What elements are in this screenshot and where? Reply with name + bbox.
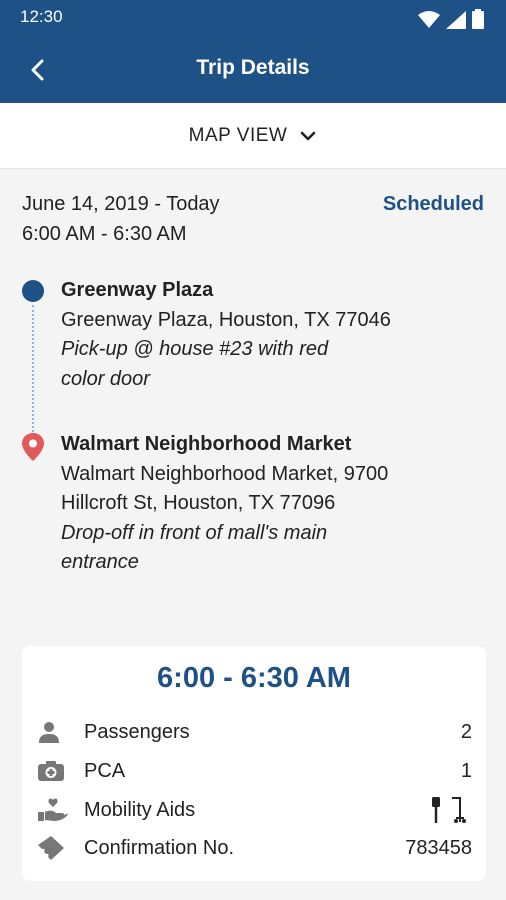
route-line bbox=[32, 305, 34, 432]
passengers-label: Passengers bbox=[84, 720, 190, 743]
ticket-icon bbox=[38, 835, 68, 861]
pickup-name: Greenway Plaza bbox=[61, 279, 214, 301]
dropoff-address-line1: Walmart Neighborhood Market, 9700 bbox=[61, 462, 389, 485]
wifi-icon bbox=[418, 11, 440, 28]
pickup-dot-icon bbox=[22, 280, 44, 302]
trip-date: June 14, 2019 - Today bbox=[22, 193, 220, 215]
confirmation-label: Confirmation No. bbox=[84, 836, 235, 859]
pickup-stop: Greenway Plaza Greenway Plaza, Houston, … bbox=[61, 276, 481, 394]
chevron-down-icon bbox=[301, 131, 316, 140]
trip-time-range: 6:00 AM - 6:30 AM bbox=[22, 223, 187, 245]
mobility-aids-value bbox=[428, 797, 472, 823]
pickup-address: Greenway Plaza, Houston, TX 77046 bbox=[61, 308, 391, 331]
pickup-note-line2: color door bbox=[61, 367, 150, 390]
trip-status: Scheduled bbox=[382, 193, 484, 215]
confirmation-value: 783458 bbox=[405, 836, 472, 859]
dropoff-name: Walmart Neighborhood Market bbox=[61, 433, 352, 455]
battery-icon bbox=[472, 9, 484, 29]
walker-icon bbox=[452, 797, 466, 823]
card-time: 6:00 - 6:30 AM bbox=[157, 662, 351, 694]
dropoff-address-line2: Hillcroft St, Houston, TX 77096 bbox=[61, 492, 336, 514]
passengers-row: Passengers 2 bbox=[38, 716, 472, 748]
medical-kit-icon bbox=[38, 758, 68, 784]
cane-icon bbox=[432, 797, 440, 823]
trip-info-card: 6:00 - 6:30 AM Passengers 2 PCA 1 Mobili… bbox=[22, 646, 486, 881]
person-icon bbox=[38, 719, 68, 745]
pickup-note-line1: Pick-up @ house #23 with red bbox=[61, 338, 329, 360]
status-bar: 12:30 bbox=[0, 0, 506, 36]
hand-heart-icon bbox=[38, 797, 68, 823]
mobility-aids-row: Mobility Aids bbox=[38, 794, 472, 826]
dropoff-note-line1: Drop-off in front of mall's main bbox=[61, 521, 328, 544]
pca-label: PCA bbox=[84, 759, 126, 782]
pca-row: PCA 1 bbox=[38, 755, 472, 787]
page-title: Trip Details bbox=[196, 56, 310, 79]
map-view-label: MAP VIEW bbox=[188, 124, 288, 146]
passengers-value: 2 bbox=[460, 720, 472, 743]
location-pin-icon bbox=[22, 433, 44, 461]
map-view-toggle[interactable]: MAP VIEW bbox=[0, 103, 506, 169]
dropoff-stop: Walmart Neighborhood Market Walmart Neig… bbox=[61, 430, 481, 578]
status-time: 12:30 bbox=[20, 7, 63, 26]
app-bar: Trip Details bbox=[0, 36, 506, 103]
confirmation-row: Confirmation No. 783458 bbox=[38, 832, 472, 864]
mobility-aids-label: Mobility Aids bbox=[84, 798, 196, 821]
status-icons bbox=[418, 9, 484, 29]
signal-icon bbox=[446, 11, 466, 29]
pca-value: 1 bbox=[460, 759, 472, 782]
dropoff-note-line2: entrance bbox=[61, 551, 139, 573]
